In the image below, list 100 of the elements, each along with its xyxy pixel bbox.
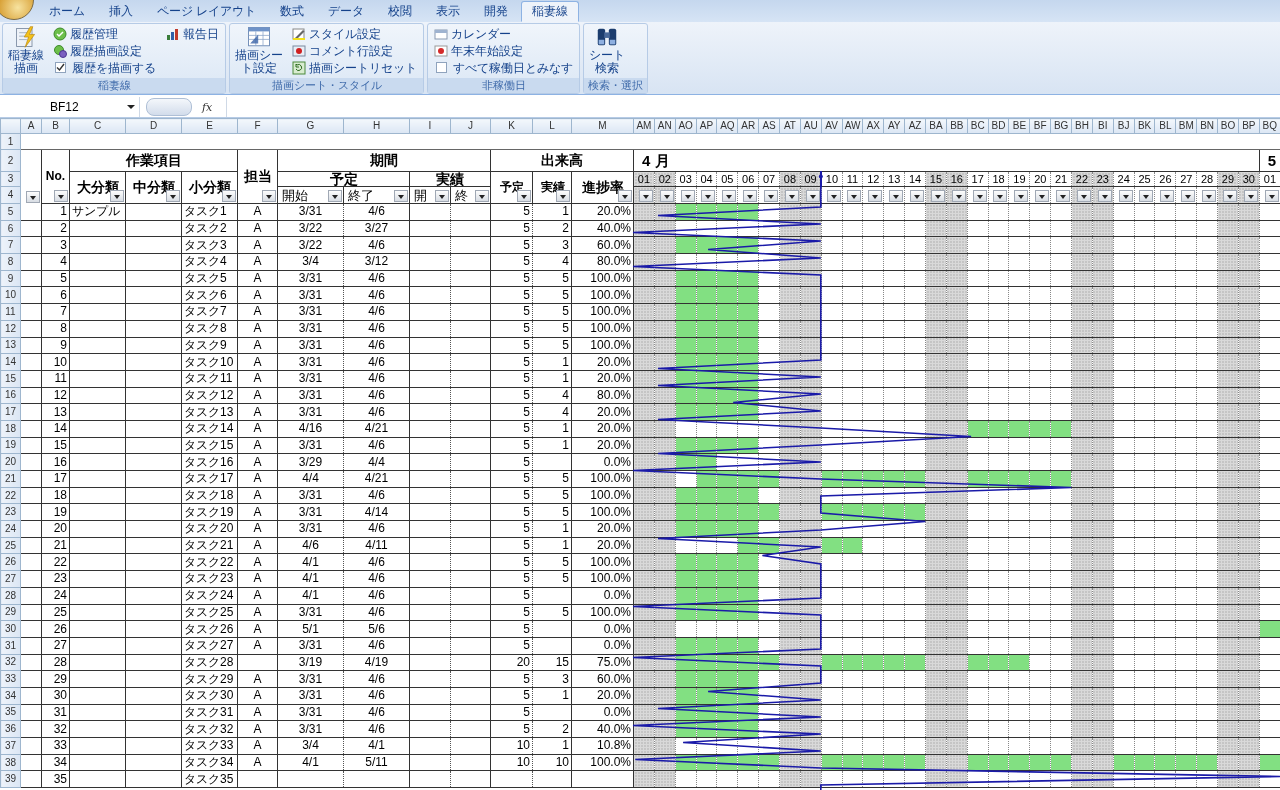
column-heading[interactable]: BL — [1155, 118, 1176, 134]
table-cell: 1 — [532, 737, 572, 755]
column-heading[interactable]: BN — [1196, 118, 1218, 134]
table-cell: 4/6 — [343, 637, 410, 655]
table-cell: A — [237, 620, 278, 638]
column-heading[interactable]: F — [237, 118, 278, 134]
column-heading[interactable]: D — [125, 118, 182, 134]
ribbon-tab[interactable]: ページ レイアウト — [146, 1, 268, 22]
table-cell: 3 — [41, 236, 70, 254]
column-heading[interactable]: G — [277, 118, 344, 134]
column-heading[interactable]: M — [571, 118, 634, 134]
column-heading[interactable]: BK — [1134, 118, 1155, 134]
table-cell: A — [237, 286, 278, 304]
ribbon-tab[interactable]: 数式 — [269, 1, 316, 22]
ribbon-button[interactable]: 描画シート設定 — [234, 25, 284, 75]
column-heading[interactable]: H — [343, 118, 410, 134]
ribbon-tab[interactable]: 表示 — [425, 1, 472, 22]
column-heading[interactable]: AV — [821, 118, 843, 134]
column-heading[interactable]: AM — [633, 118, 655, 134]
column-heading[interactable]: AU — [800, 118, 822, 134]
ribbon-tab[interactable]: データ — [317, 1, 376, 22]
column-heading[interactable]: BJ — [1113, 118, 1135, 134]
ribbon-button[interactable]: カレンダー — [432, 25, 575, 42]
ribbon-button[interactable]: 年末年始設定 — [432, 42, 575, 59]
column-heading[interactable]: BO — [1217, 118, 1239, 134]
column-heading[interactable]: B — [41, 118, 70, 134]
ribbon-button[interactable]: スタイル設定 — [290, 25, 419, 42]
column-heading[interactable]: I — [409, 118, 451, 134]
ribbon-button[interactable]: 履歴管理 — [51, 25, 158, 42]
table-cell: 5 — [490, 537, 533, 554]
ribbon-button[interactable]: 報告日 — [164, 25, 221, 42]
column-heading[interactable]: AT — [779, 118, 801, 134]
ribbon-tab[interactable]: 開発 — [473, 1, 520, 22]
column-heading[interactable]: AN — [654, 118, 676, 134]
column-heading[interactable]: AO — [675, 118, 697, 134]
column-heading[interactable]: BF — [1029, 118, 1051, 134]
table-cell: 5 — [41, 270, 70, 287]
ribbon-tab[interactable]: 稲妻線 — [521, 1, 580, 22]
column-heading[interactable]: BG — [1050, 118, 1072, 134]
table-cell: 4/1 — [277, 587, 344, 604]
column-heading[interactable]: AW — [842, 118, 863, 134]
column-heading[interactable]: AX — [862, 118, 884, 134]
column-heading[interactable]: BE — [1008, 118, 1030, 134]
table-cell: 5 — [490, 704, 533, 721]
ribbon-button[interactable]: 描画シートリセット — [290, 59, 419, 76]
ribbon-button[interactable]: コメント行設定 — [290, 42, 419, 59]
column-header: 終 — [455, 187, 468, 203]
table-cell: 5 — [490, 420, 533, 438]
table-cell: 4/6 — [343, 320, 410, 337]
column-heading[interactable]: BA — [925, 118, 947, 134]
table-cell: A — [237, 737, 278, 755]
table-cell: 4/14 — [343, 503, 410, 521]
column-heading[interactable]: BD — [988, 118, 1009, 134]
column-heading[interactable]: AP — [696, 118, 717, 134]
table-cell: 5 — [532, 570, 572, 588]
column-heading[interactable]: BH — [1071, 118, 1093, 134]
table-cell: 4/6 — [343, 570, 410, 588]
day-header: 06 — [737, 171, 759, 187]
column-heading[interactable]: BB — [946, 118, 968, 134]
table-cell: 20.0% — [571, 520, 634, 538]
table-cell: 30 — [41, 687, 70, 705]
table-cell: タスク32 — [181, 720, 238, 738]
ribbon-button[interactable]: シート検索 — [588, 25, 626, 75]
insert-function-button[interactable]: fx — [200, 100, 215, 114]
column-heading[interactable]: BQ — [1259, 118, 1280, 134]
ribbon-tab[interactable]: 校閲 — [377, 1, 424, 22]
table-cell: 20.0% — [571, 420, 634, 438]
table-cell: タスク2 — [181, 220, 238, 237]
column-heading[interactable]: C — [69, 118, 126, 134]
column-heading[interactable]: BI — [1092, 118, 1114, 134]
column-heading[interactable]: J — [450, 118, 491, 134]
column-heading[interactable]: K — [490, 118, 533, 134]
column-heading[interactable]: E — [181, 118, 238, 134]
table-cell: 32 — [41, 720, 70, 738]
column-heading[interactable]: AQ — [716, 118, 738, 134]
day-header: 17 — [967, 171, 989, 187]
table-cell: 3/31 — [277, 487, 344, 504]
checkbox-option[interactable]: 履歴を描画する — [51, 59, 158, 76]
column-heading[interactable]: BM — [1175, 118, 1197, 134]
column-heading[interactable]: A — [20, 118, 42, 134]
table-cell: タスク23 — [181, 570, 238, 588]
table-cell: A — [237, 604, 278, 621]
table-cell: 5 — [532, 286, 572, 304]
table-cell: 20.0% — [571, 437, 634, 454]
row-heading[interactable]: 2 — [0, 149, 21, 172]
ribbon-button[interactable]: 稲妻線描画 — [7, 25, 45, 75]
day-header: 18 — [988, 171, 1009, 187]
column-heading[interactable]: AZ — [904, 118, 926, 134]
column-heading[interactable]: BC — [967, 118, 989, 134]
table-cell: 5 — [490, 370, 533, 388]
column-heading[interactable]: L — [532, 118, 572, 134]
table-cell: 5 — [490, 553, 533, 571]
checkbox-option[interactable]: すべて稼働日とみなす — [432, 59, 575, 76]
column-heading[interactable]: BP — [1238, 118, 1260, 134]
ribbon-tab[interactable]: ホーム — [38, 1, 96, 22]
ribbon-tab[interactable]: 挿入 — [98, 1, 144, 22]
column-heading[interactable]: AR — [737, 118, 759, 134]
ribbon-button[interactable]: 履歴描画設定 — [51, 42, 158, 59]
column-heading[interactable]: AS — [758, 118, 780, 134]
column-heading[interactable]: AY — [883, 118, 905, 134]
